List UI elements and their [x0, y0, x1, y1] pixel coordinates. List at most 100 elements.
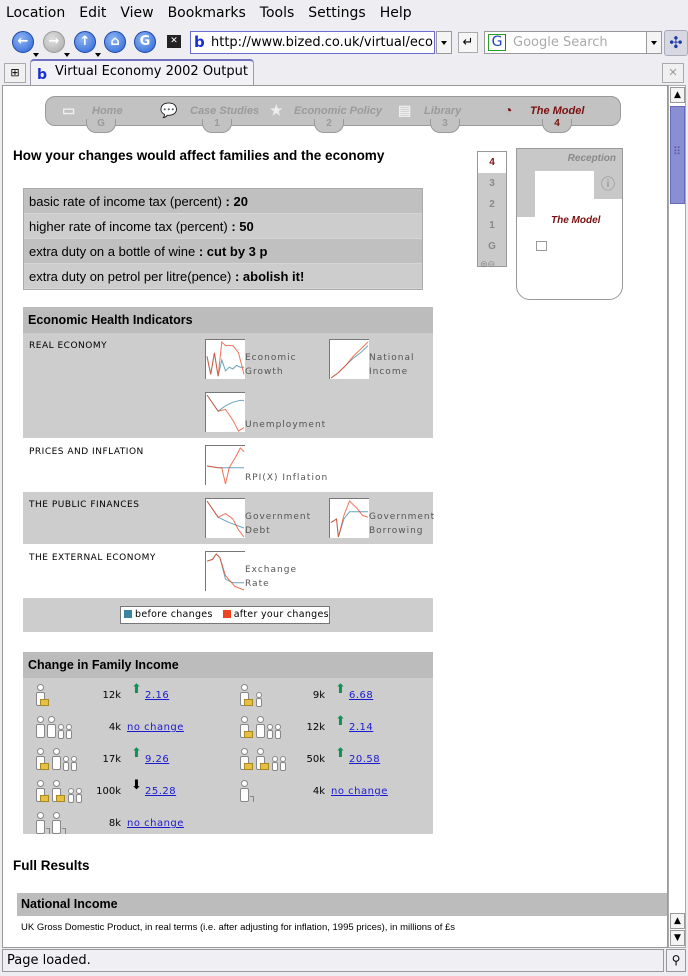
- sparkline-government-debt[interactable]: [205, 498, 245, 538]
- site-navigation: ▭ Home G 💬 Case Studies 1 ★ Economic Pol…: [45, 96, 621, 133]
- adult-icon: [51, 780, 65, 804]
- scroll-up-button-bottom[interactable]: ▲: [670, 913, 685, 929]
- section-public-finances: THE PUBLIC FINANCES Government Debt Gove…: [23, 492, 434, 545]
- sparkline-rpix-inflation[interactable]: [205, 445, 245, 485]
- arrow-up-icon: ⬆: [335, 714, 346, 729]
- sparkline-economic-growth[interactable]: [205, 339, 245, 379]
- go-button[interactable]: ↵: [458, 32, 478, 53]
- google-icon: G: [488, 34, 506, 51]
- tab-virtual-economy[interactable]: b Virtual Economy 2002 Output: [30, 59, 254, 86]
- scroll-down-button[interactable]: ▼: [670, 930, 685, 946]
- menu-view[interactable]: View: [120, 5, 153, 21]
- search-input[interactable]: G Google Search: [484, 31, 647, 54]
- after-line: [206, 447, 245, 485]
- policy-row: higher rate of income tax (percent) : 50: [24, 214, 422, 239]
- chart-legend: before changes after your changes: [120, 606, 330, 624]
- adult-icon: [46, 716, 56, 740]
- lift-down-icon[interactable]: ⊝: [488, 259, 496, 269]
- reload-button[interactable]: G: [134, 31, 156, 53]
- after-line: [330, 341, 369, 379]
- up-button[interactable]: ↑: [74, 31, 101, 57]
- sparkline-exchange-rate[interactable]: [205, 551, 245, 591]
- before-line: [206, 500, 245, 529]
- income-level: 17k: [102, 754, 121, 765]
- adult-icon: [239, 684, 253, 708]
- menu-bar: Location Edit View Bookmarks Tools Setti…: [0, 0, 688, 26]
- income-change-link[interactable]: 6.68: [349, 690, 373, 701]
- scroll-thumb[interactable]: [670, 106, 685, 204]
- clear-location-button[interactable]: ✕: [167, 35, 181, 48]
- adult-icon: [239, 716, 253, 740]
- nav-library[interactable]: ▤ Library 3: [398, 97, 478, 133]
- home-button[interactable]: ⌂: [104, 31, 126, 53]
- family-icon: [35, 714, 73, 740]
- arrow-up-icon: ⬆: [335, 746, 346, 761]
- policy-row: extra duty on petrol per litre(pence) : …: [24, 264, 422, 289]
- lift-floor-4[interactable]: 4: [478, 152, 506, 173]
- toolbar: ← → ↑ ⌂ G ✕ b http://www.bized.co.uk/virt…: [0, 28, 688, 58]
- income-level: 4k: [312, 786, 325, 797]
- menu-tools[interactable]: Tools: [260, 5, 295, 21]
- menu-location[interactable]: Location: [6, 5, 65, 21]
- full-results-heading: Full Results: [13, 858, 90, 873]
- close-tab-button[interactable]: ✕: [662, 63, 684, 83]
- floor-map: ⓘ Reception The Model: [516, 148, 623, 300]
- policy-row: extra duty on a bottle of wine : cut by …: [24, 239, 422, 264]
- scroll-up-button[interactable]: ▲: [670, 87, 685, 103]
- lift-floor-selector: 4 3 2 1 G ⊜⊝: [477, 151, 507, 269]
- income-change-link[interactable]: 2.16: [145, 690, 169, 701]
- income-level: 8k: [108, 818, 121, 829]
- back-button[interactable]: ←: [12, 31, 39, 57]
- lift-floor-3[interactable]: 3: [478, 173, 506, 194]
- info-icon[interactable]: ⓘ: [594, 171, 622, 199]
- indicators-title: Economic Health Indicators: [23, 307, 433, 333]
- sparkline-unemployment[interactable]: [205, 392, 245, 432]
- menu-edit[interactable]: Edit: [79, 5, 106, 21]
- site-favicon-icon: b: [194, 33, 205, 51]
- lift-floor-2[interactable]: 2: [478, 194, 506, 215]
- lift-floor-1[interactable]: 1: [478, 215, 506, 236]
- child-icon: [255, 684, 262, 708]
- briefcase-icon: ▭: [62, 102, 76, 118]
- url-history-dropdown[interactable]: [436, 31, 452, 54]
- search-engine-dropdown[interactable]: [646, 31, 662, 54]
- reception-link[interactable]: Reception: [568, 153, 616, 164]
- family-icon: [35, 778, 83, 804]
- tab-bar: ⊞ b Virtual Economy 2002 Output ✕: [0, 58, 688, 86]
- floor-map-marker: [536, 241, 547, 251]
- income-change-link[interactable]: no change: [127, 818, 184, 829]
- income-change-link[interactable]: 20.58: [349, 754, 380, 765]
- menu-settings[interactable]: Settings: [308, 5, 365, 21]
- throbber-button[interactable]: ✣: [664, 30, 688, 56]
- section-prices-inflation: PRICES AND INFLATION RPI(X) Inflation: [23, 439, 433, 492]
- page-heading: How your changes would affect families a…: [13, 148, 385, 163]
- menu-bookmarks[interactable]: Bookmarks: [168, 5, 246, 21]
- child-icon: [67, 780, 74, 804]
- menu-help[interactable]: Help: [380, 5, 412, 21]
- current-room-label: The Model: [551, 215, 601, 226]
- family-icon: [35, 746, 78, 772]
- family-icon: [35, 682, 51, 708]
- pie-chart-icon: ◔: [504, 102, 513, 118]
- family-income-item: 4k no change: [35, 714, 235, 742]
- income-change-link[interactable]: no change: [331, 786, 388, 797]
- arrow-up-icon: ⬆: [131, 682, 142, 697]
- sparkline-national-income[interactable]: [329, 339, 369, 379]
- income-change-link[interactable]: 25.28: [145, 786, 176, 797]
- income-change-link[interactable]: no change: [127, 722, 184, 733]
- lift-up-icon[interactable]: ⊜: [480, 259, 488, 269]
- nav-the-model[interactable]: ◔ The Model 4: [502, 97, 612, 133]
- back-arrow-icon: ←: [17, 34, 29, 49]
- vertical-scrollbar[interactable]: ▲ ▲ ▼: [668, 85, 686, 948]
- family-income-title: Change in Family Income: [23, 652, 433, 678]
- nav-home[interactable]: ▭ Home G: [46, 97, 146, 133]
- url-input[interactable]: b http://www.bized.co.uk/virtual/econc: [190, 31, 435, 54]
- nav-case-studies[interactable]: 💬 Case Studies 1: [158, 97, 268, 133]
- nav-economic-policy[interactable]: ★ Economic Policy 2: [268, 97, 388, 133]
- lift-floor-g[interactable]: G: [478, 236, 506, 257]
- income-change-link[interactable]: 9.26: [145, 754, 169, 765]
- sparkline-government-borrowing[interactable]: [329, 498, 369, 538]
- forward-button[interactable]: →: [43, 31, 70, 57]
- income-change-link[interactable]: 2.14: [349, 722, 373, 733]
- new-tab-button[interactable]: ⊞: [4, 63, 26, 83]
